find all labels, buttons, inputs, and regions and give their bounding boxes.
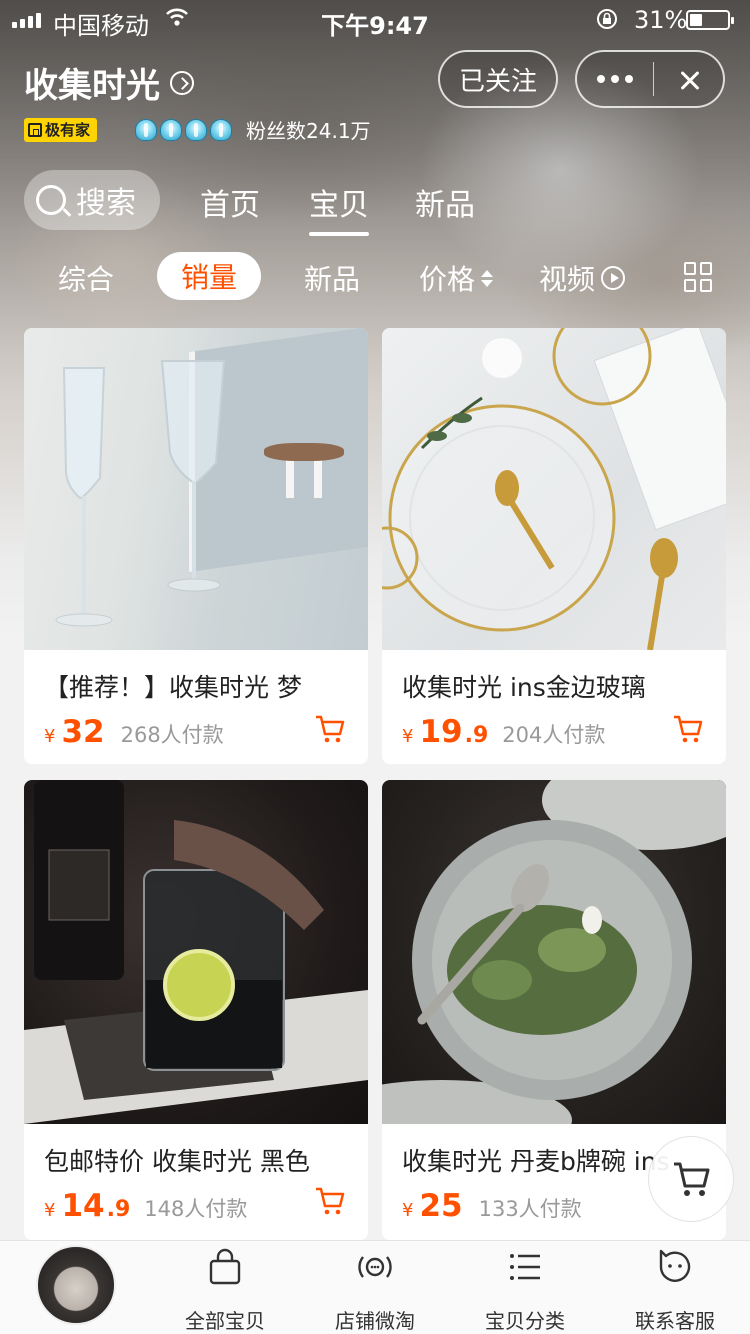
house-icon	[28, 122, 42, 137]
tab-home[interactable]: 首页	[200, 180, 260, 224]
sort-overall-label: 综合	[58, 263, 115, 296]
price-row: ¥ 19 .9 204人付款	[402, 714, 605, 750]
tab-all-items[interactable]: 全部宝贝	[160, 1247, 290, 1334]
jiyoujia-badge: 极有家	[24, 117, 98, 142]
currency: ¥	[402, 1200, 414, 1221]
product-image	[382, 328, 726, 650]
price-integer: 14	[61, 1188, 105, 1224]
store-name: 收集时光	[24, 66, 160, 106]
sort-sales[interactable]: 销量	[157, 252, 262, 300]
store-title[interactable]: 收集时光	[24, 58, 194, 107]
price-integer: 25	[419, 1188, 463, 1224]
store-meta: 极有家 粉丝数24.1万	[24, 115, 371, 144]
list-icon	[510, 1254, 540, 1280]
tab-label: 全部宝贝	[185, 1309, 265, 1333]
tab-items[interactable]: 宝贝	[309, 180, 369, 236]
price-row: ¥ 14 .9 148人付款	[44, 1188, 247, 1224]
currency: ¥	[402, 726, 414, 747]
currency: ¥	[44, 1200, 56, 1221]
grid-view-icon[interactable]	[684, 262, 714, 292]
badge-label: 极有家	[45, 121, 91, 139]
floating-cart-button[interactable]	[648, 1136, 734, 1222]
sort-bar: 综合 销量 新品 价格 视频	[0, 250, 750, 304]
product-card[interactable]: 包邮特价 收集时光 黑色 ¥ 14 .9 148人付款	[24, 780, 368, 1240]
product-title: 包邮特价 收集时光 黑色	[44, 1147, 310, 1176]
price-integer: 19	[419, 714, 463, 750]
service-icon	[659, 1249, 691, 1282]
chevron-right-icon	[170, 70, 194, 95]
crown-icon	[135, 118, 158, 141]
sort-video-label: 视频	[539, 263, 596, 296]
miniapp-capsule	[575, 50, 725, 108]
crown-icon	[185, 118, 208, 141]
sort-overall[interactable]: 综合	[58, 258, 114, 298]
price-decimal: .9	[106, 1197, 131, 1222]
more-button[interactable]	[577, 52, 653, 106]
tab-label: 联系客服	[635, 1309, 715, 1333]
battery-percent: 31%	[634, 6, 688, 34]
store-avatar[interactable]	[36, 1245, 116, 1325]
tab-weitao[interactable]: 店铺微淘	[310, 1247, 440, 1334]
close-button[interactable]	[654, 52, 723, 106]
product-image	[24, 780, 368, 1124]
price-integer: 32	[61, 714, 105, 750]
fans-count: 粉丝数24.1万	[246, 119, 371, 143]
store-nav: 搜索 首页 宝贝 新品	[0, 168, 750, 236]
sort-video[interactable]: 视频	[539, 258, 626, 298]
cart-icon[interactable]	[314, 1186, 346, 1216]
sort-price-label: 价格	[419, 263, 476, 296]
follow-button[interactable]: 已关注	[438, 50, 558, 108]
product-image	[24, 328, 368, 650]
status-bar: 中国移动 下午9:47 31%	[0, 0, 750, 40]
cart-icon	[674, 1162, 710, 1196]
crown-rating	[135, 118, 233, 141]
price-row: ¥ 32 268人付款	[44, 714, 224, 750]
sold-count: 204人付款	[502, 723, 606, 747]
tab-new[interactable]: 新品	[415, 180, 475, 224]
lock-rotation-icon	[597, 9, 617, 29]
crown-icon	[160, 118, 183, 141]
sold-count: 148人付款	[144, 1197, 248, 1221]
product-title: 【推荐！】收集时光 梦	[44, 673, 302, 702]
bottom-tab-bar: 全部宝贝 店铺微淘 宝贝分类 联系客服	[0, 1240, 750, 1334]
product-card[interactable]: 收集时光 ins金边玻璃 ¥ 19 .9 204人付款	[382, 328, 726, 764]
tab-customer-service[interactable]: 联系客服	[610, 1247, 740, 1334]
broadcast-icon	[358, 1256, 392, 1278]
price-row: ¥ 25 133人付款	[402, 1188, 582, 1224]
cart-icon[interactable]	[672, 714, 704, 744]
sort-sales-label: 销量	[181, 261, 238, 294]
product-card[interactable]: 【推荐！】收集时光 梦 ¥ 32 268人付款	[24, 328, 368, 764]
search-label: 搜索	[76, 186, 136, 221]
sort-updown-icon	[481, 269, 494, 287]
tab-label: 宝贝分类	[485, 1309, 565, 1333]
search-icon	[36, 185, 66, 215]
product-image	[382, 780, 726, 1124]
currency: ¥	[44, 726, 56, 747]
crown-icon	[210, 118, 233, 141]
price-decimal: .9	[464, 723, 489, 748]
battery-icon	[686, 10, 734, 30]
cart-icon[interactable]	[314, 714, 346, 744]
sort-price[interactable]: 价格	[419, 258, 494, 298]
sold-count: 268人付款	[120, 723, 224, 747]
product-title: 收集时光 ins金边玻璃	[402, 673, 646, 702]
bag-icon	[209, 1248, 241, 1285]
play-icon	[601, 266, 626, 290]
tab-label: 店铺微淘	[335, 1309, 415, 1333]
tab-categories[interactable]: 宝贝分类	[460, 1247, 590, 1334]
sold-count: 133人付款	[478, 1197, 582, 1221]
sort-new-label: 新品	[304, 263, 361, 296]
sort-new[interactable]: 新品	[304, 258, 360, 298]
search-button[interactable]: 搜索	[24, 170, 160, 230]
